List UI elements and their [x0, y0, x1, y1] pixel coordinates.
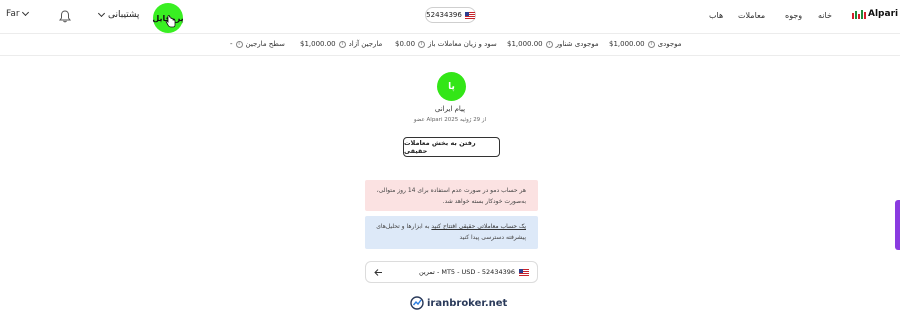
- stat-label: موجودی شناور: [555, 40, 599, 48]
- user-name: پیام ایرانی: [434, 105, 466, 113]
- stat-label: سود و زیان معاملات باز: [428, 40, 497, 48]
- account-switcher[interactable]: 52434396: [425, 7, 476, 23]
- stat-label: مارجین آزاد: [348, 40, 383, 48]
- support-label: پشتیبانی: [108, 10, 140, 20]
- footer-brand: iranbroker.net: [427, 297, 508, 309]
- nav-trades[interactable]: معاملات: [738, 11, 765, 20]
- user-avatar: پا: [437, 72, 466, 101]
- go-real-trading-button[interactable]: رفتن به بخش معاملات حقیقی: [403, 137, 500, 157]
- alpari-logo[interactable]: Alpari: [852, 9, 898, 19]
- trading-account-row[interactable]: تمرین - MT5 - USD - 52434396: [365, 261, 538, 283]
- top-header: Far پشتیبانی پروفایل 52434396 هاب معاملا…: [0, 0, 900, 34]
- account-info: تمرین - MT5 - USD - 52434396: [419, 268, 529, 276]
- info-icon[interactable]: i: [338, 40, 346, 48]
- side-support-tab[interactable]: [895, 200, 900, 250]
- stat-balance: $1,000.00 i موجودی: [609, 40, 682, 48]
- info-icon[interactable]: i: [235, 40, 243, 48]
- account-stats-bar: $1,000.00 i موجودی $1,000.00 i موجودی شن…: [0, 35, 900, 56]
- nav-hub[interactable]: هاب: [709, 11, 723, 20]
- us-flag-icon: [464, 11, 475, 19]
- nav-home[interactable]: خانه: [818, 11, 832, 20]
- language-label: Far: [6, 9, 20, 19]
- demo-expiry-alert: هر حساب دمو در صورت عدم استفاده برای 14 …: [365, 180, 538, 211]
- stat-open-pnl: $0.00 i سود و زیان معاملات باز: [395, 40, 497, 48]
- bell-icon[interactable]: [59, 10, 71, 23]
- avatar-letter: پا: [448, 81, 455, 92]
- open-real-account-alert: یک حساب معاملاتی حقیقی افتتاح کنید به اب…: [365, 216, 538, 249]
- stat-label: موجودی: [657, 40, 682, 48]
- stat-value: $1,000.00: [300, 40, 336, 48]
- logo-text: Alpari: [868, 9, 899, 19]
- iranbroker-logo: iranbroker.net: [410, 296, 507, 310]
- chevron-down-icon: [21, 8, 29, 17]
- alpari-logo-icon: [852, 9, 866, 19]
- stat-label: سطح مارجین: [245, 40, 285, 48]
- open-real-account-link[interactable]: یک حساب معاملاتی حقیقی افتتاح کنید: [431, 223, 526, 230]
- stat-equity: $1,000.00 i موجودی شناور: [507, 40, 599, 48]
- stat-value: -: [230, 40, 233, 48]
- account-label: تمرین - MT5 - USD - 52434396: [418, 268, 515, 276]
- language-selector[interactable]: Far: [6, 8, 29, 19]
- stat-value: $1,000.00: [507, 40, 543, 48]
- stat-margin-level: - i سطح مارجین: [230, 40, 285, 48]
- info-icon[interactable]: i: [647, 40, 655, 48]
- info-icon[interactable]: i: [418, 40, 426, 48]
- hand-cursor-icon: [165, 15, 176, 28]
- stat-free-margin: $1,000.00 i مارجین آزاد: [300, 40, 382, 48]
- nav-funds[interactable]: وجوه: [785, 11, 802, 20]
- stat-value: $0.00: [395, 40, 416, 48]
- stat-value: $1,000.00: [609, 40, 645, 48]
- iranbroker-logo-icon: [410, 296, 424, 310]
- account-number: 52434396: [426, 11, 462, 19]
- arrow-left-icon[interactable]: [374, 268, 383, 277]
- chevron-down-icon: [97, 9, 106, 18]
- member-since: عضو Alpari از 29 ژوئیه 2025: [413, 117, 487, 123]
- demo-expiry-text: هر حساب دمو در صورت عدم استفاده برای 14 …: [376, 187, 526, 205]
- support-menu[interactable]: پشتیبانی: [97, 9, 140, 20]
- us-flag-icon: [519, 268, 529, 276]
- info-icon[interactable]: i: [545, 40, 553, 48]
